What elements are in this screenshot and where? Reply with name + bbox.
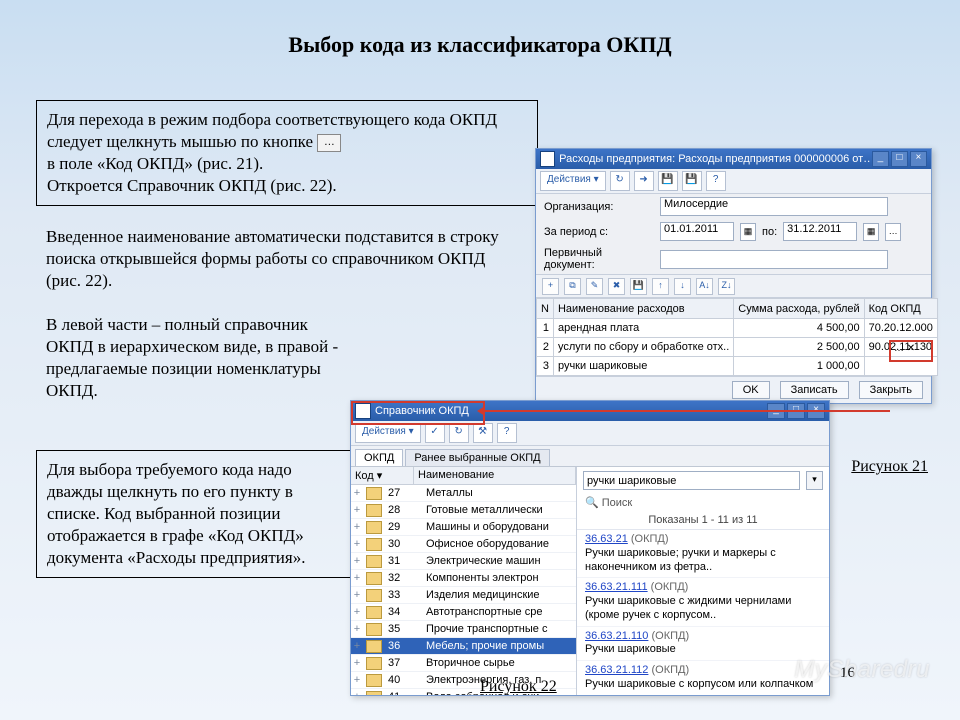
para-4: Для выбора требуемого кода надо дважды щ… [36,450,358,578]
ellipsis-button-inline: … [317,134,341,152]
tree-item[interactable]: +28Готовые металлически [351,502,576,519]
save-row-icon[interactable]: 💾 [630,278,647,295]
help-icon[interactable]: ? [706,171,726,191]
period-label: За период с: [544,226,654,238]
expenses-grid[interactable]: N Наименование расходов Сумма расхода, р… [536,298,938,376]
app-icon [540,151,555,167]
tree-item[interactable]: +33Изделия медицинские [351,587,576,604]
refresh-icon[interactable]: ↻ [610,171,630,191]
select-icon[interactable]: ✓ [425,423,445,443]
doc-label: Первичный документ: [544,247,654,271]
actions-menu-2[interactable]: Действия ▾ [355,423,421,443]
actions-menu[interactable]: Действия ▾ [540,171,606,191]
doc-input[interactable] [660,250,888,269]
add-row-icon[interactable]: + [542,278,559,295]
date-from-input[interactable]: 01.01.2011 [660,222,734,241]
down-icon[interactable]: ↓ [674,278,691,295]
col-okpd[interactable]: Код ОКПД [864,299,937,319]
col-n[interactable]: N [537,299,554,319]
win1-title: Расходы предприятия: Расходы предприятия… [559,149,870,169]
saveclose-icon[interactable]: 💾 [682,171,702,191]
window-expenses: Расходы предприятия: Расходы предприятия… [535,148,932,404]
win1-toolbar: Действия ▾ ↻ ➜ 💾 💾 ? [536,169,931,194]
results-header: Показаны 1 - 11 из 11 [577,511,829,529]
table-row[interactable]: 3ручки шариковые1 000,00 [537,357,938,376]
search-dropdown-icon[interactable]: ▾ [806,471,823,490]
search-link[interactable]: 🔍 Поиск [577,494,829,511]
tree-item[interactable]: +34Автотранспортные сре [351,604,576,621]
save-icon[interactable]: 💾 [658,171,678,191]
org-label: Организация: [544,201,654,213]
copy-row-icon[interactable]: ⧉ [564,278,581,295]
para-1b: в поле «Код ОКПД» (рис. 21). Откроется С… [47,154,337,195]
tree-item[interactable]: +27Металлы [351,485,576,502]
calendar-icon-2[interactable]: ▦ [863,223,879,241]
table-row[interactable]: 2услуги по сбору и обработке отх..2 500,… [537,338,938,357]
tree-col-code[interactable]: Код ▾ [351,467,414,484]
win1-titlebar[interactable]: Расходы предприятия: Расходы предприятия… [536,149,931,169]
go-icon[interactable]: ➜ [634,171,654,191]
search-input[interactable] [583,471,800,490]
sort-asc-icon[interactable]: A↓ [696,278,713,295]
window-okpd-ref: Справочник ОКПД _ □ × Действия ▾ ✓ ↻ ⚒ ?… [350,400,830,696]
tree-item[interactable]: +35Прочие транспортные с [351,621,576,638]
result-item[interactable]: 36.63.21.111 (ОКПД)Ручки шариковые с жид… [577,578,829,626]
close-icon[interactable]: × [910,151,927,167]
edit-row-icon[interactable]: ✎ [586,278,603,295]
win1-footer: OK Записать Закрыть [536,376,931,403]
cell-ellipsis[interactable]: … ✕ [894,343,915,354]
minimize-icon[interactable]: _ [872,151,889,167]
period-to-label: по: [762,226,777,238]
para-1: Для перехода в режим подбора соответству… [36,100,538,206]
refresh-icon-2[interactable]: ↻ [449,423,469,443]
close-button[interactable]: Закрыть [859,381,923,399]
ok-button[interactable]: OK [732,381,770,399]
highlight-win2-title [351,401,485,425]
tree-item[interactable]: +32Компоненты электрон [351,570,576,587]
para-2: Введенное наименование автоматически под… [36,218,516,300]
para-1a: Для перехода в режим подбора соответству… [47,110,497,151]
date-to-input[interactable]: 31.12.2011 [783,222,857,241]
org-input[interactable]: Милосердие [660,197,888,216]
caption-fig21: Рисунок 21 [851,458,928,476]
result-item[interactable]: 36.63.21 (ОКПД)Ручки шариковые; ручки и … [577,530,829,578]
result-item[interactable]: 36.63.21.112 (ОКПД)Ручки шариковые с кор… [577,661,829,695]
tools-icon[interactable]: ⚒ [473,423,493,443]
ellipsis-button[interactable]: … [885,223,901,241]
grid-toolbar: + ⧉ ✎ ✖ 💾 ↑ ↓ A↓ Z↓ [536,274,931,298]
maximize-icon[interactable]: □ [891,151,908,167]
result-item[interactable]: 36.63.21.110 (ОКПД)Ручки шариковые [577,627,829,662]
tree-item[interactable]: +30Офисное оборудование [351,536,576,553]
tab-okpd[interactable]: ОКПД [355,449,403,466]
tree-pane: Код ▾ Наименование +27Металлы+28Готовые … [351,467,577,695]
delete-row-icon[interactable]: ✖ [608,278,625,295]
sort-desc-icon[interactable]: Z↓ [718,278,735,295]
caption-fig22: Рисунок 22 [480,678,557,696]
tree-col-name[interactable]: Наименование [414,467,576,484]
tree-item[interactable]: +37Вторичное сырье [351,655,576,672]
col-name[interactable]: Наименование расходов [553,299,733,319]
calendar-icon[interactable]: ▦ [740,223,756,241]
page-title: Выбор кода из классификатора ОКПД [0,0,960,68]
help-icon-2[interactable]: ? [497,423,517,443]
watermark: MySharedru [794,656,930,684]
results-pane: ▾ 🔍 Поиск Показаны 1 - 11 из 11 36.63.21… [577,467,829,695]
tree-item[interactable]: +29Машины и оборудовани [351,519,576,536]
tab-recent-okpd[interactable]: Ранее выбранные ОКПД [405,449,549,466]
table-row[interactable]: 1арендная плата4 500,0070.20.12.000 [537,319,938,338]
tree-item[interactable]: +36Мебель; прочие промы [351,638,576,655]
annotation-arrow [480,410,890,412]
up-icon[interactable]: ↑ [652,278,669,295]
tree-item[interactable]: +31Электрические машин [351,553,576,570]
tabstrip: ОКПД Ранее выбранные ОКПД [351,446,829,467]
para-3: В левой части – полный справочник ОКПД в… [36,306,356,410]
col-sum[interactable]: Сумма расхода, рублей [734,299,864,319]
save-button[interactable]: Записать [780,381,849,399]
